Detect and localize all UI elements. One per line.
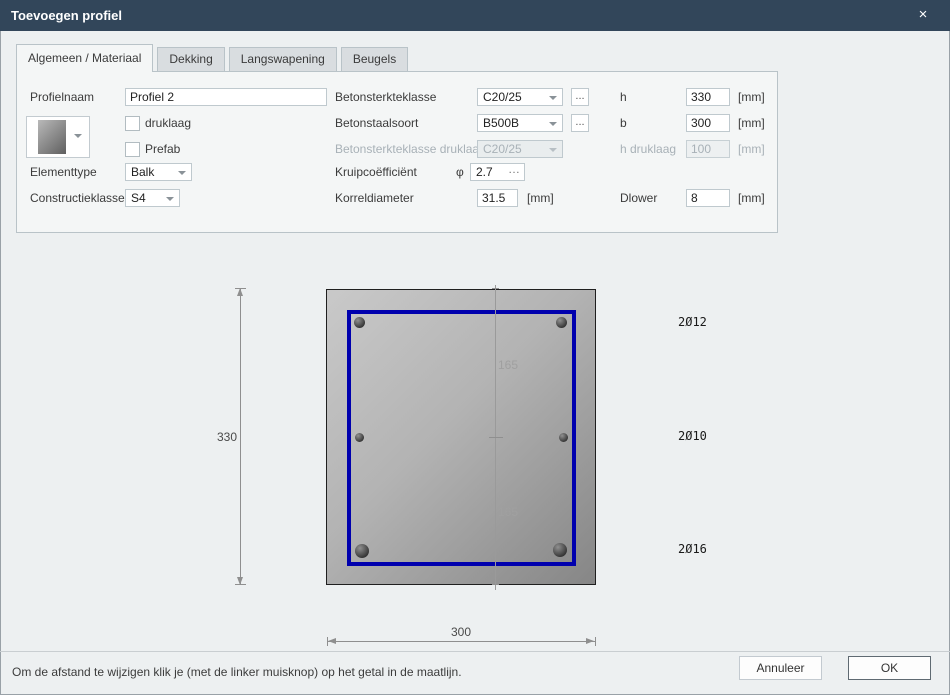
rebar-mid-left [355,433,364,442]
rebar-bottom-left [355,544,369,558]
h-input[interactable] [686,88,730,106]
betonsterkteklasse-dropdown[interactable]: C20/25 [477,88,563,106]
ok-button[interactable]: OK [848,656,931,680]
elementtype-value: Balk [131,165,154,179]
h-unit: [mm] [738,88,765,106]
tab-langswapening[interactable]: Langswapening [229,47,337,72]
constructieklasse-label: Constructieklasse [30,189,125,207]
kruipcoefficient-ellipsis-icon[interactable]: … [508,162,520,176]
b-unit: [mm] [738,114,765,132]
rebar-label-mid: 2Ø10 [678,430,707,443]
korreldiameter-input[interactable] [477,189,518,207]
phi-symbol: φ [456,163,464,181]
h-label: h [620,88,627,106]
dimension-tick [595,637,596,646]
betonstaalsoort-browse-button[interactable]: ... [571,114,589,132]
tab-beugels[interactable]: Beugels [341,47,408,72]
betonsterkteklasse-druklaag-value: C20/25 [483,142,522,156]
tab-dekking[interactable]: Dekking [157,47,224,72]
rebar-bottom-right [553,543,567,557]
korreldiameter-label: Korreldiameter [335,189,414,207]
dim-165-bottom[interactable]: 165 [498,505,518,519]
kruipcoefficient-value: 2.7 [476,165,493,179]
rebar-top-left [354,317,365,328]
centerline-bottom-tick [492,584,499,585]
profile-color-swatch [38,120,66,154]
stirrup-outline [347,310,576,566]
status-hint: Om de afstand te wijzigen klik je (met d… [12,665,462,679]
prefab-label: Prefab [145,140,180,158]
chevron-down-icon [549,96,557,100]
dlower-label: Dlower [620,189,657,207]
footer-divider [0,651,950,652]
chevron-down-icon [549,122,557,126]
h-druklaag-label: h druklaag [620,140,676,158]
elementtype-dropdown[interactable]: Balk [125,163,192,181]
constructieklasse-value: S4 [131,191,146,205]
druklaag-checkbox[interactable] [125,116,140,131]
profile-color-dropdown[interactable] [26,116,90,158]
betonsterkteklasse-druklaag-dropdown: C20/25 [477,140,563,158]
korreldiameter-unit: [mm] [527,189,554,207]
dialog-title: Toevoegen profiel [11,0,122,31]
druklaag-label: druklaag [145,114,191,132]
betonstaalsoort-value: B500B [483,116,519,130]
centerline-top-tick [492,288,499,289]
chevron-down-icon [74,134,82,138]
betonstaalsoort-label: Betonstaalsoort [335,114,418,132]
rebar-label-top: 2Ø12 [678,316,707,329]
kruipcoefficient-field[interactable]: 2.7 … [470,163,525,181]
b-input[interactable] [686,114,730,132]
dim-330[interactable]: 330 [204,430,237,444]
dlower-unit: [mm] [738,189,765,207]
dim-165-top[interactable]: 165 [498,358,518,372]
profielnaam-label: Profielnaam [30,88,94,106]
dialog-toevoegen-profiel: Toevoegen profiel × Algemeen / Materiaal… [0,0,950,695]
kruipcoefficient-label: Kruipcoëfficiënt [335,163,417,181]
rebar-top-right [556,317,567,328]
tab-bar: Algemeen / Materiaal Dekking Langswapeni… [16,44,412,72]
dlower-input[interactable] [686,189,730,207]
dimension-arrow [586,638,594,644]
chevron-down-icon [549,148,557,152]
h-druklaag-input [686,140,730,158]
prefab-checkbox[interactable] [125,142,140,157]
betonsterkteklasse-druklaag-label: Betonsterkteklasse druklaag [335,140,486,158]
rebar-label-bottom: 2Ø16 [678,543,707,556]
elementtype-label: Elementtype [30,163,97,181]
betonsterkteklasse-value: C20/25 [483,90,522,104]
dimension-arrow [237,288,243,296]
width-dimension-line [327,641,595,642]
betonstaalsoort-dropdown[interactable]: B500B [477,114,563,132]
dimension-arrow [237,577,243,585]
profielnaam-input[interactable] [125,88,327,106]
centerline-cross-tick [489,437,503,438]
betonsterkteklasse-browse-button[interactable]: ... [571,88,589,106]
dim-300[interactable]: 300 [431,625,491,639]
height-dimension-line [240,288,241,585]
tab-algemeen-materiaal[interactable]: Algemeen / Materiaal [16,44,153,72]
chevron-down-icon [166,197,174,201]
dimension-arrow [328,638,336,644]
betonsterkteklasse-label: Betonsterkteklasse [335,88,436,106]
titlebar: Toevoegen profiel × [0,0,950,31]
chevron-down-icon [178,171,186,175]
rebar-mid-right [559,433,568,442]
close-icon[interactable]: × [908,0,938,31]
cancel-button[interactable]: Annuleer [739,656,822,680]
b-label: b [620,114,627,132]
h-druklaag-unit: [mm] [738,140,765,158]
constructieklasse-dropdown[interactable]: S4 [125,189,180,207]
